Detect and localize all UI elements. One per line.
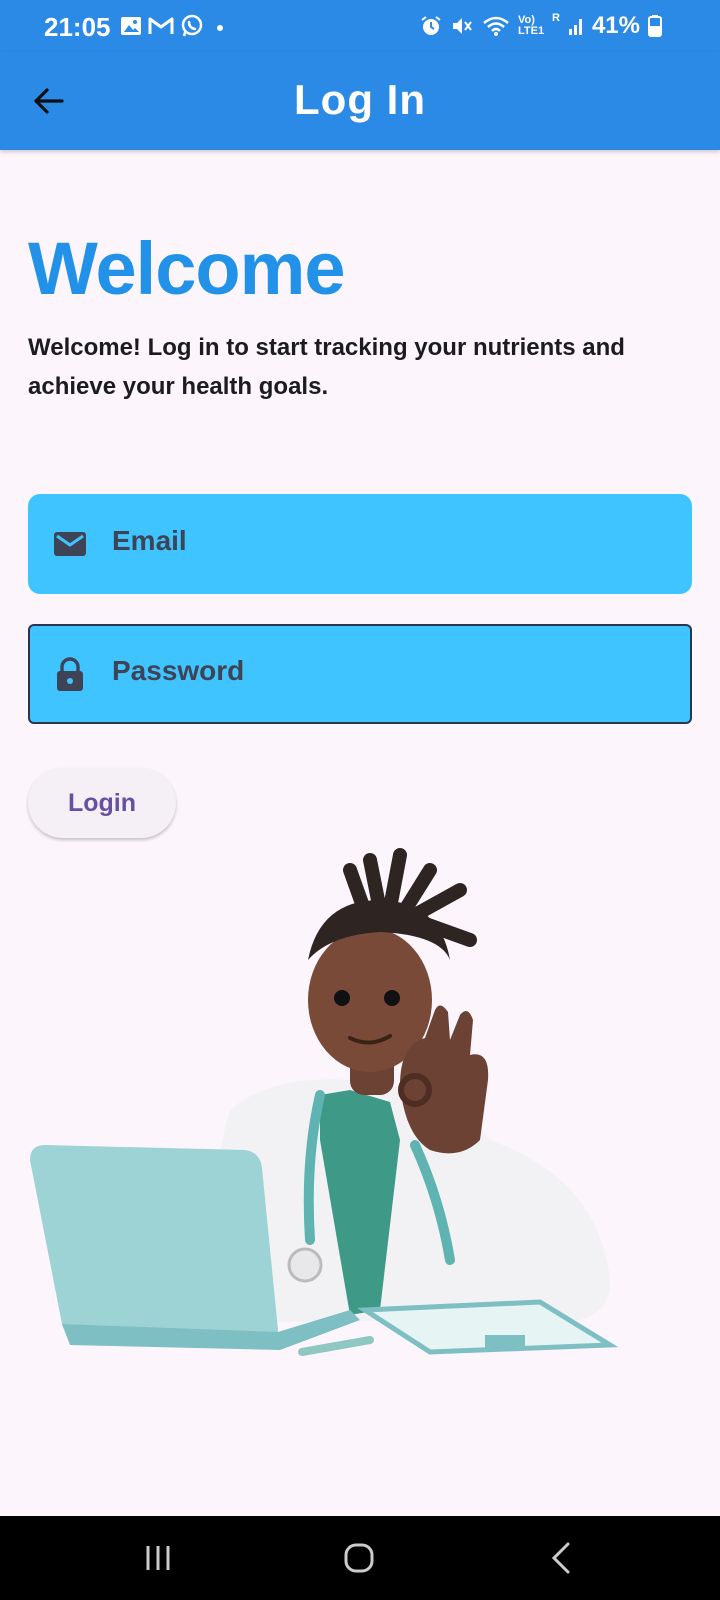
status-bar: 21:05 Vo) LTE1 R 41%: [0, 0, 720, 52]
login-button[interactable]: Login: [28, 768, 176, 838]
notification-icons: [120, 14, 230, 38]
mute-icon: [453, 18, 472, 34]
doctor-with-laptop-illustration: [30, 848, 619, 1356]
lock-icon: [57, 657, 83, 691]
status-time: 21:05: [44, 12, 111, 42]
battery-percent: 41%: [591, 12, 640, 39]
welcome-subtitle: Welcome! Log in to start tracking your n…: [28, 334, 625, 400]
system-nav-bar: [0, 1516, 720, 1600]
mail-icon: [54, 532, 86, 556]
alarm-icon: [421, 16, 441, 35]
wifi-icon: [483, 16, 509, 36]
password-placeholder: Password: [112, 655, 245, 686]
whatsapp-icon: [181, 14, 203, 37]
app-bar: Log In: [0, 52, 720, 150]
gmail-icon: [148, 17, 174, 34]
dot-icon: [217, 25, 223, 31]
email-field[interactable]: Email: [28, 494, 692, 594]
system-icons: Vo) LTE1 R 41%: [420, 12, 662, 40]
recents-icon[interactable]: [138, 1538, 178, 1578]
volte-label: Vo) LTE1: [518, 14, 545, 37]
roaming-label: R: [552, 12, 560, 24]
password-field[interactable]: Password: [28, 624, 692, 724]
battery-icon: [648, 15, 662, 37]
email-placeholder: Email: [112, 525, 187, 556]
back-icon[interactable]: [542, 1538, 582, 1578]
gallery-icon: [121, 17, 141, 35]
home-icon[interactable]: [339, 1538, 379, 1578]
signal-icon: [568, 19, 582, 35]
page-title: Log In: [294, 76, 426, 123]
welcome-heading: Welcome: [28, 227, 346, 310]
